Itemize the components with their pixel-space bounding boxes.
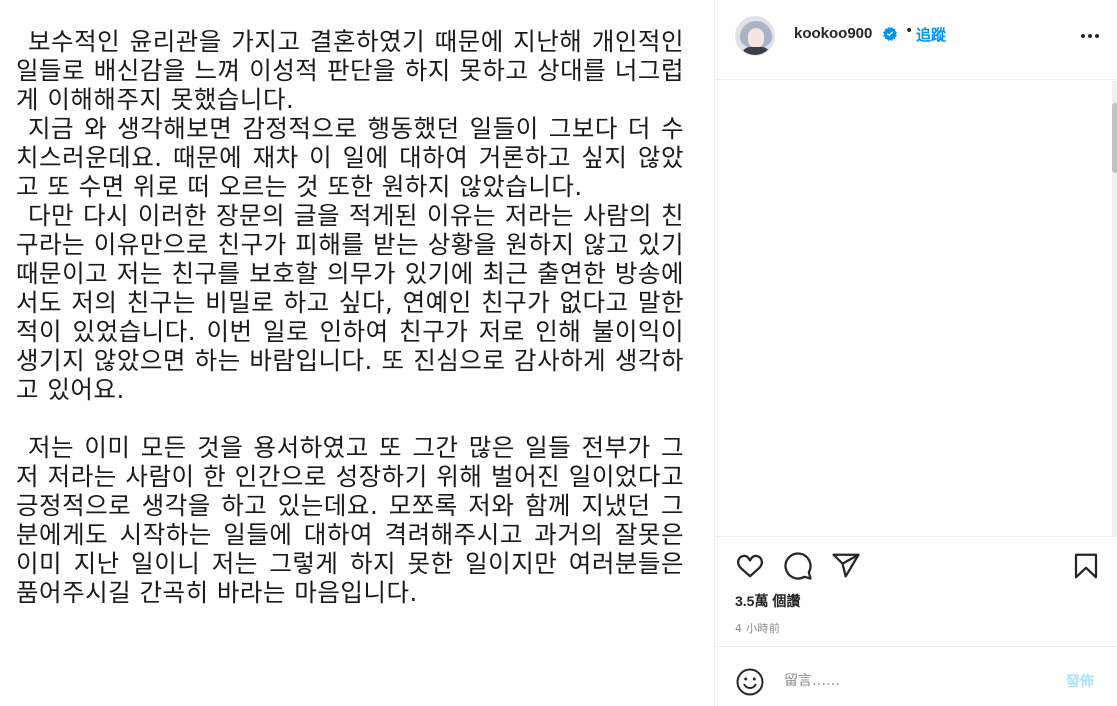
likes-count[interactable]: 3.5萬 個讚 — [735, 591, 800, 611]
scrollbar-thumb[interactable] — [1112, 103, 1117, 173]
post-text-body: 보수적인 윤리관을 가지고 결혼하였기 때문에 지난해 개인적인 일들로 배신감… — [16, 27, 684, 607]
post-paragraph-2: 지금 와 생각해보면 감정적으로 행동했던 일들이 그보다 더 수치스러운데요.… — [16, 114, 684, 201]
more-options-icon[interactable] — [1079, 26, 1101, 46]
post-header: kookoo900 • 追蹤 — [715, 0, 1117, 80]
header-separator: • — [905, 23, 914, 39]
verified-badge-icon — [883, 27, 897, 41]
post-actions: 3.5萬 個讚 4 小時前 — [715, 536, 1117, 646]
follow-button[interactable]: 追蹤 — [916, 24, 946, 45]
post-timestamp[interactable]: 4 小時前 — [735, 620, 780, 636]
comment-input[interactable] — [784, 669, 1044, 693]
comments-area[interactable] — [715, 81, 1111, 536]
username-link[interactable]: kookoo900 — [794, 25, 872, 42]
heart-icon[interactable] — [735, 551, 765, 581]
post-paragraph-4: 저는 이미 모든 것을 용서하였고 또 그간 많은 일들 전부가 그저 저라는 … — [16, 433, 684, 607]
avatar[interactable] — [735, 16, 775, 56]
post-image: 보수적인 윤리관을 가지고 결혼하였기 때문에 지난해 개인적인 일들로 배신감… — [0, 0, 714, 706]
comment-icon[interactable] — [783, 551, 813, 581]
emoji-icon[interactable] — [735, 667, 765, 697]
share-icon[interactable] — [831, 551, 861, 581]
comments-scrollbar[interactable] — [1112, 81, 1117, 536]
post-side-panel: kookoo900 • 追蹤 3.5萬 個讚 4 小時前 留言…… 發佈 — [714, 0, 1117, 706]
post-paragraph-1: 보수적인 윤리관을 가지고 결혼하였기 때문에 지난해 개인적인 일들로 배신감… — [16, 27, 684, 114]
post-comment-button[interactable]: 發佈 — [1066, 671, 1094, 691]
post-paragraph-3: 다만 다시 이러한 장문의 글을 적게된 이유는 저라는 사람의 친구라는 이유… — [16, 201, 684, 404]
bookmark-icon[interactable] — [1071, 551, 1101, 581]
comment-bar: 發佈 — [715, 646, 1117, 706]
